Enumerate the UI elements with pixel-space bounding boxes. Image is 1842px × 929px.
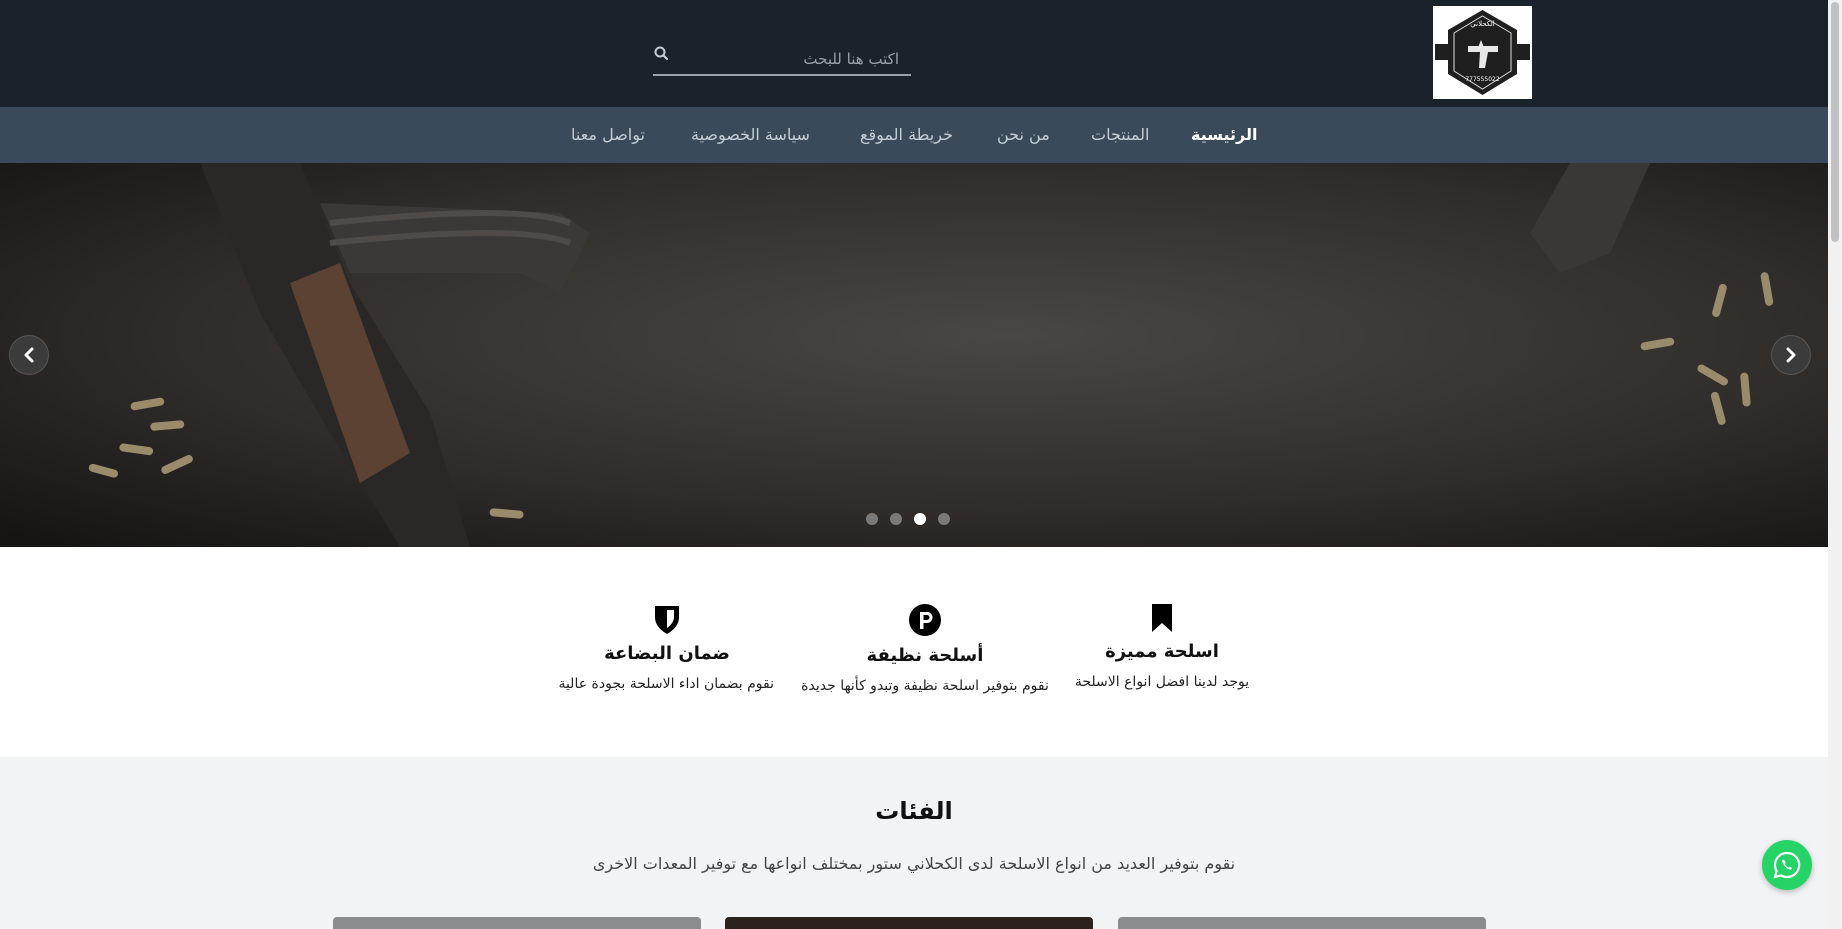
feature-title: ضمان البضاعة: [604, 643, 730, 664]
slider-dot-2[interactable]: [890, 513, 902, 525]
main-nav: الرئيسية المنتجات من نحن خريطة الموقع سي…: [0, 107, 1828, 163]
categories-section: الفئات نقوم بتوفير العديد من انواع الاسل…: [0, 757, 1828, 929]
whatsapp-button[interactable]: [1762, 840, 1812, 890]
chevron-left-icon: [24, 347, 34, 363]
slider-prev-button[interactable]: [9, 335, 49, 375]
feature-title: أسلحة نظيفة: [866, 645, 984, 666]
top-header: الكحلاني 777555022: [0, 0, 1828, 107]
category-card[interactable]: [333, 917, 701, 929]
feature-item: ضمان البضاعة نقوم بضمان اداء الاسلحة بجو…: [558, 603, 774, 692]
nav-item-privacy[interactable]: سياسة الخصوصية: [691, 107, 810, 163]
category-card[interactable]: [725, 917, 1093, 929]
feature-title: اسلحة مميزة: [1105, 641, 1219, 662]
parking-circle-icon: [909, 604, 941, 636]
features-section: اسلحة مميزة يوجد لدينا افضل انواع الاسلح…: [0, 547, 1828, 757]
scrollbar[interactable]: [1828, 0, 1842, 929]
page: الكحلاني 777555022 الرئيسية المنتجات من …: [0, 0, 1828, 929]
slider-dots: [866, 513, 966, 527]
search-icon[interactable]: [653, 45, 671, 63]
feature-item: أسلحة نظيفة نقوم بتوفير اسلحة نظيفة وتبد…: [800, 603, 1050, 694]
category-card[interactable]: [1118, 917, 1486, 929]
nav-item-home[interactable]: الرئيسية: [1191, 107, 1258, 163]
hero-slide-image: [0, 163, 1828, 547]
shield-icon: [655, 606, 679, 634]
chevron-right-icon: [1786, 347, 1796, 363]
whatsapp-icon: [1773, 851, 1801, 879]
logo-phone: 777555022: [1465, 76, 1500, 83]
categories-desc: نقوم بتوفير العديد من انواع الاسلحة لدى …: [592, 854, 1236, 873]
nav-item-products[interactable]: المنتجات: [1091, 107, 1150, 163]
nav-item-sitemap[interactable]: خريطة الموقع: [860, 107, 953, 163]
feature-desc: نقوم بضمان اداء الاسلحة بجودة عالية: [558, 676, 774, 692]
hero-slider: [0, 163, 1828, 547]
slider-next-button[interactable]: [1771, 335, 1811, 375]
nav-item-about[interactable]: من نحن: [997, 107, 1050, 163]
feature-item: اسلحة مميزة يوجد لدينا افضل انواع الاسلح…: [1050, 603, 1274, 690]
slider-dot-3[interactable]: [914, 513, 926, 525]
site-logo[interactable]: الكحلاني 777555022: [1433, 6, 1532, 99]
logo-text: الكحلاني: [1470, 20, 1495, 28]
scrollbar-thumb[interactable]: [1831, 2, 1839, 242]
search-box: [653, 40, 911, 76]
slider-dot-1[interactable]: [866, 513, 878, 525]
slider-dot-4[interactable]: [938, 513, 950, 525]
search-input[interactable]: [653, 40, 911, 72]
categories-title: الفئات: [875, 797, 953, 825]
feature-desc: يوجد لدينا افضل انواع الاسلحة: [1074, 674, 1250, 690]
nav-item-contact[interactable]: تواصل معنا: [571, 107, 645, 163]
bookmark-icon: [1152, 604, 1172, 632]
feature-desc: نقوم بتوفير اسلحة نظيفة وتبدو كأنها جديد…: [801, 678, 1049, 694]
